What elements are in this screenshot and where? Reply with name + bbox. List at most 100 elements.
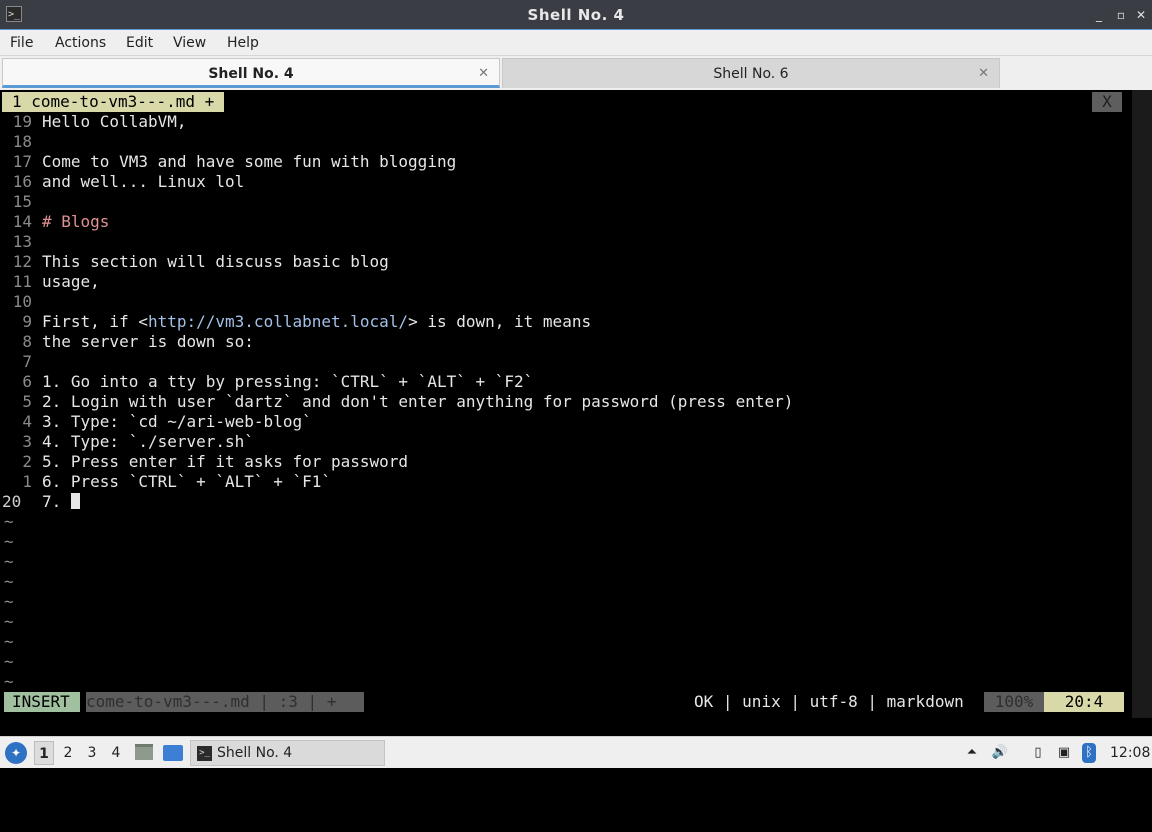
- editor-line: 14 # Blogs: [2, 212, 110, 232]
- workspace-1[interactable]: 1: [34, 741, 54, 765]
- line-number: 11: [12, 272, 32, 291]
- line-text: 5. Press enter if it asks for password: [42, 452, 409, 471]
- editor-line: 9 First, if <http://vm3.collabnet.local/>…: [2, 312, 591, 332]
- editor-line: 8 the server is down so:: [2, 332, 254, 352]
- line-number: 10: [12, 292, 32, 311]
- line-text: Hello CollabVM,: [42, 112, 187, 131]
- empty-line-marker: ~: [4, 632, 14, 651]
- line-text: > is down, it means: [408, 312, 592, 331]
- terminal-icon: >_: [197, 746, 212, 761]
- workspace-2[interactable]: 2: [58, 741, 78, 765]
- tab-bar: Shell No. 4 ✕ Shell No. 6 ✕: [0, 56, 1152, 90]
- clipboard-icon[interactable]: ▯: [1030, 743, 1046, 763]
- cursor-position: 20:4: [1044, 692, 1124, 712]
- menu-actions[interactable]: Actions: [55, 30, 106, 56]
- workspace-4[interactable]: 4: [106, 741, 126, 765]
- empty-line-marker: ~: [4, 512, 14, 531]
- empty-line-marker: ~: [4, 572, 14, 591]
- line-text: [32, 292, 42, 311]
- maximize-button[interactable]: ▫: [1112, 6, 1130, 24]
- line-text: 3. Type: `cd ~/ari-web-blog`: [42, 412, 312, 431]
- file-manager-icon[interactable]: [135, 744, 153, 760]
- tab-label: Shell No. 4: [208, 66, 294, 82]
- line-text: [32, 132, 42, 151]
- taskbar: ✦ 1 2 3 4 >_ Shell No. 4 ⏶ 🔊 ▯ ▣ ᛒ 12:08: [0, 736, 1152, 768]
- editor-line: 16 and well... Linux lol: [2, 172, 245, 192]
- window-title: Shell No. 4: [527, 6, 625, 24]
- line-number: 15: [12, 192, 32, 211]
- scrollbar[interactable]: [1132, 90, 1152, 718]
- line-number: 6: [22, 372, 32, 391]
- minimize-button[interactable]: _: [1090, 6, 1108, 24]
- menu-help[interactable]: Help: [227, 30, 259, 56]
- editor-line: 5 2. Login with user `dartz` and don't en…: [2, 392, 793, 412]
- empty-line-marker: ~: [4, 552, 14, 571]
- line-number: 18: [12, 132, 32, 151]
- line-number: 19: [12, 112, 32, 131]
- editor-line: 18: [2, 132, 42, 152]
- line-number: 12: [12, 252, 32, 271]
- file-format-info: OK | unix | utf-8 | markdown: [694, 692, 964, 711]
- line-text: First, if <: [42, 312, 148, 331]
- tab-shell-6[interactable]: Shell No. 6 ✕: [502, 58, 1000, 88]
- scroll-percent: 100%: [984, 692, 1044, 712]
- line-text: and well... Linux lol: [42, 172, 245, 191]
- editor-line: 12 This section will discuss basic blog: [2, 252, 389, 272]
- tab-label: Shell No. 6: [713, 66, 789, 82]
- volume-icon[interactable]: 🔊: [990, 743, 1010, 763]
- workspace-3[interactable]: 3: [82, 741, 102, 765]
- close-button[interactable]: ✕: [1132, 6, 1150, 24]
- empty-line-marker: ~: [4, 672, 14, 691]
- line-text: usage,: [42, 272, 100, 291]
- line-number: 3: [22, 432, 32, 451]
- line-text: [32, 352, 42, 371]
- line-number: 16: [12, 172, 32, 191]
- editor-line: 3 4. Type: `./server.sh`: [2, 432, 254, 452]
- line-text: [32, 192, 42, 211]
- bluetooth-icon[interactable]: ᛒ: [1082, 743, 1096, 763]
- line-number: 14: [12, 212, 32, 231]
- tab-shell-4[interactable]: Shell No. 4 ✕: [2, 58, 500, 88]
- window-titlebar: >_ Shell No. 4 _ ▫ ✕: [0, 0, 1152, 30]
- tab-close-icon[interactable]: ✕: [978, 66, 989, 81]
- network-icon[interactable]: ▣: [1054, 743, 1074, 763]
- line-text: 7.: [42, 492, 71, 511]
- editor-line: 10: [2, 292, 42, 312]
- empty-line-marker: ~: [4, 612, 14, 631]
- clock[interactable]: 12:08: [1110, 737, 1150, 769]
- menu-bar: File Actions Edit View Help: [0, 30, 1152, 56]
- show-desktop-icon[interactable]: [163, 745, 183, 761]
- menu-file[interactable]: File: [10, 30, 33, 56]
- text-cursor: [70, 493, 80, 509]
- markdown-heading: # Blogs: [42, 212, 110, 231]
- editor-line: 1 6. Press `CTRL` + `ALT` + `F1`: [2, 472, 331, 492]
- task-label: Shell No. 4: [217, 745, 293, 761]
- taskbar-task-shell[interactable]: >_ Shell No. 4: [190, 740, 385, 766]
- file-info: come-to-vm3---.md | :3 | +: [86, 692, 364, 712]
- current-line[interactable]: 20 7.: [2, 492, 80, 512]
- line-number: 17: [12, 152, 32, 171]
- line-text: [32, 232, 42, 251]
- line-number: 7: [22, 352, 32, 371]
- editor-line: 4 3. Type: `cd ~/ari-web-blog`: [2, 412, 312, 432]
- terminal-area[interactable]: 1 come-to-vm3---.md + X 19 Hello CollabVM…: [2, 90, 1132, 718]
- menu-edit[interactable]: Edit: [126, 30, 153, 56]
- menu-view[interactable]: View: [173, 30, 206, 56]
- editor-line: 13: [2, 232, 42, 252]
- start-menu-icon[interactable]: ✦: [5, 742, 27, 764]
- vim-statusline: INSERT come-to-vm3---.md | :3 | + OK | u…: [4, 692, 1124, 712]
- line-number: 1: [22, 472, 32, 491]
- line-text: Come to VM3 and have some fun with blogg…: [42, 152, 457, 171]
- line-text: 1. Go into a tty by pressing: `CTRL` + `…: [42, 372, 534, 391]
- vim-tab-close-button[interactable]: X: [1092, 92, 1122, 112]
- mode-indicator: INSERT: [4, 692, 80, 712]
- url-link[interactable]: http://vm3.collabnet.local/: [148, 312, 408, 331]
- editor-line: 2 5. Press enter if it asks for password: [2, 452, 408, 472]
- tab-close-icon[interactable]: ✕: [478, 66, 489, 81]
- vim-tabline[interactable]: 1 come-to-vm3---.md +: [2, 92, 225, 112]
- line-number: 4: [22, 412, 32, 431]
- empty-line-marker: ~: [4, 652, 14, 671]
- upload-icon[interactable]: ⏶: [964, 743, 980, 763]
- editor-line: 7: [2, 352, 42, 372]
- current-line-number: 20: [2, 492, 22, 511]
